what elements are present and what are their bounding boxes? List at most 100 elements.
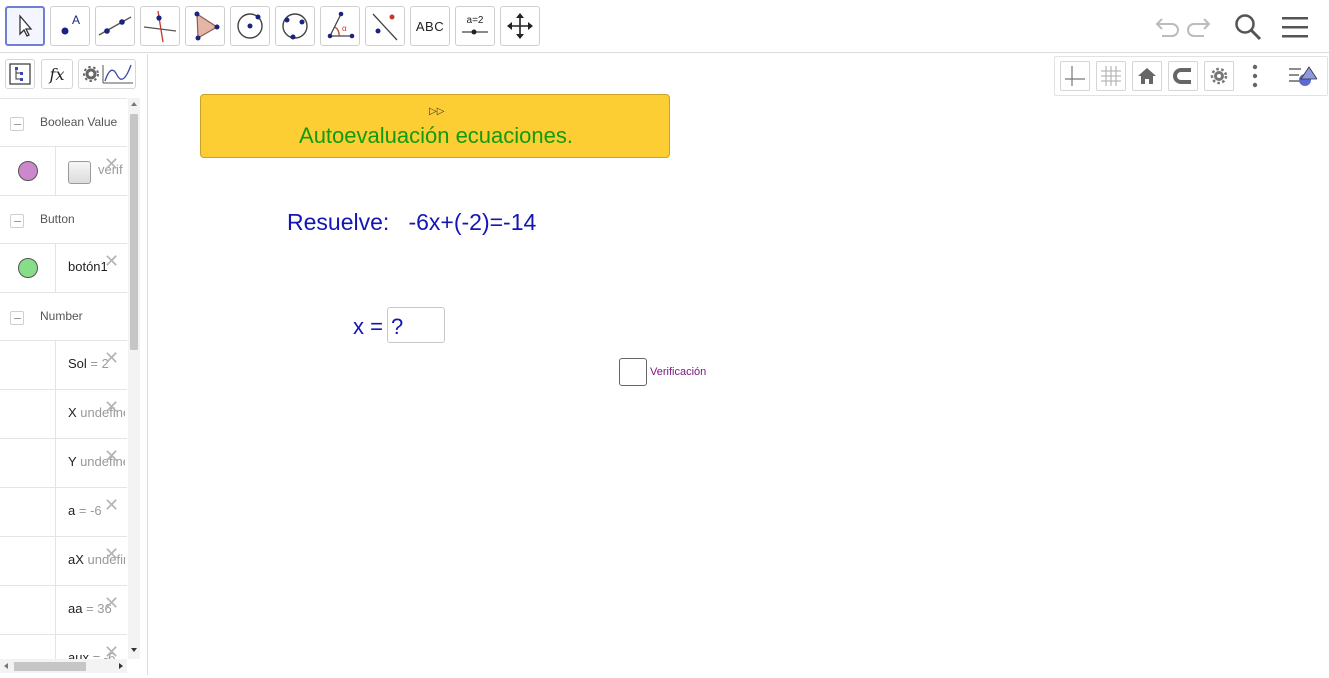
object-name: aa <box>68 601 83 616</box>
delete-icon[interactable]: ✕ <box>104 594 119 612</box>
reflect-tool-button[interactable] <box>365 6 405 46</box>
group-header-button[interactable]: Button <box>0 196 127 244</box>
undo-button[interactable] <box>1148 10 1182 44</box>
toggle-grid-button[interactable] <box>1096 61 1126 91</box>
title-banner[interactable]: ▷▷ Autoevaluación ecuaciones. <box>200 94 670 158</box>
move-graphics-tool-button[interactable] <box>500 6 540 46</box>
object-name: aux <box>68 650 89 659</box>
toggle-axes-button[interactable] <box>1060 61 1090 91</box>
algebra-row-x[interactable]: X undefined ✕ <box>0 390 127 439</box>
verification-checkbox[interactable] <box>619 358 647 386</box>
group-label: Button <box>40 212 75 226</box>
delete-icon[interactable]: ✕ <box>104 398 119 416</box>
algebra-row-aux[interactable]: aux = -6 ✕ <box>0 635 127 659</box>
visibility-marker[interactable] <box>0 586 56 634</box>
algebra-row-y[interactable]: Y undefined ✕ <box>0 439 127 488</box>
group-label: Boolean Value <box>40 115 118 129</box>
delete-icon[interactable]: ✕ <box>104 349 119 367</box>
redo-button[interactable] <box>1184 10 1218 44</box>
fast-forward-icon[interactable]: ▷▷ <box>429 106 444 117</box>
group-header-number[interactable]: Number <box>0 293 127 341</box>
tree-sort-icon <box>9 63 31 85</box>
delete-icon[interactable]: ✕ <box>104 545 119 563</box>
group-header-boolean[interactable]: Boolean Value <box>0 99 127 147</box>
text-tool-button[interactable]: ABC <box>410 6 450 46</box>
move-arrows-icon <box>507 13 533 39</box>
graphics-view[interactable]: ▷▷ Autoevaluación ecuaciones. Resuelve: … <box>149 54 1329 675</box>
style-bar-toggle-icon <box>1289 66 1317 86</box>
graphics-settings-button[interactable] <box>1204 61 1234 91</box>
circle-tool-button[interactable] <box>230 6 270 46</box>
visibility-marker[interactable] <box>0 439 56 487</box>
circle-three-points-tool-button[interactable] <box>275 6 315 46</box>
equation-prompt: Resuelve: -6x+(-2)=-14 <box>287 209 537 235</box>
horizontal-scroll-thumb[interactable] <box>14 662 86 671</box>
move-tool-button[interactable] <box>5 6 45 46</box>
perpendicular-line-icon <box>143 10 177 43</box>
point-icon: A <box>61 13 80 35</box>
point-label: A <box>72 13 80 27</box>
collapse-icon[interactable] <box>10 117 24 131</box>
point-capturing-button[interactable] <box>1168 61 1198 91</box>
standard-view-button[interactable] <box>1132 61 1162 91</box>
more-options-button[interactable] <box>1240 61 1270 91</box>
algebra-row-boton1[interactable]: botón1 ✕ <box>0 244 127 293</box>
object-name: Sol <box>68 356 87 371</box>
angle-tool-button[interactable]: α <box>320 6 360 46</box>
algebra-settings-button[interactable] <box>78 59 136 89</box>
angle-icon: α <box>327 11 355 39</box>
visibility-dot-icon[interactable] <box>18 258 38 278</box>
visibility-marker[interactable] <box>0 390 56 438</box>
object-name: X <box>68 405 77 420</box>
polygon-tool-button[interactable] <box>185 6 225 46</box>
visibility-marker[interactable] <box>0 244 56 292</box>
circle-three-points-icon <box>282 13 308 40</box>
visibility-marker[interactable] <box>0 537 56 585</box>
collapse-icon[interactable] <box>10 214 24 228</box>
menu-icon <box>1282 17 1308 38</box>
home-icon <box>1138 68 1156 84</box>
cursor-arrow-icon <box>19 14 33 37</box>
slider-tool-label: a=2 <box>467 15 484 26</box>
group-label: Number <box>40 309 83 323</box>
boolean-checkbox[interactable] <box>68 161 91 184</box>
algebra-row-a[interactable]: a = -6 ✕ <box>0 488 127 537</box>
collapse-icon[interactable] <box>10 311 24 325</box>
algebra-row-ax[interactable]: aX undefined ✕ <box>0 537 127 586</box>
delete-icon[interactable]: ✕ <box>104 496 119 514</box>
grid-icon <box>1101 66 1121 86</box>
answer-input[interactable] <box>387 307 445 343</box>
circle-center-icon <box>237 13 263 39</box>
description-mode-button[interactable]: fx <box>41 59 73 89</box>
algebra-row-verif[interactable]: verif ✕ <box>0 147 127 196</box>
undo-icon <box>1155 18 1179 37</box>
toggle-style-bar-button[interactable] <box>1287 61 1317 91</box>
visibility-marker[interactable] <box>0 488 56 536</box>
visibility-dot-icon[interactable] <box>18 161 38 181</box>
sort-objects-button[interactable] <box>5 59 35 89</box>
algebra-header: fx <box>0 54 148 96</box>
delete-icon[interactable]: ✕ <box>104 252 119 270</box>
point-tool-button[interactable]: A <box>50 6 90 46</box>
main-menu-button[interactable] <box>1278 10 1312 44</box>
visibility-marker[interactable] <box>0 635 56 659</box>
algebra-row-sol[interactable]: Sol = 2 ✕ <box>0 341 127 390</box>
text-tool-label: ABC <box>415 18 445 34</box>
delete-icon[interactable]: ✕ <box>104 447 119 465</box>
delete-icon[interactable]: ✕ <box>104 643 119 659</box>
visibility-marker[interactable] <box>0 341 56 389</box>
line-tool-button[interactable] <box>95 6 135 46</box>
visibility-marker[interactable] <box>0 147 56 195</box>
algebra-row-aa[interactable]: aa = 36 ✕ <box>0 586 127 635</box>
reflect-line-icon <box>372 13 398 41</box>
redo-icon <box>1187 18 1211 37</box>
verification-label[interactable]: Verificación <box>650 366 706 378</box>
search-button[interactable] <box>1231 10 1265 44</box>
slider-tool-button[interactable]: a=2 <box>455 6 495 46</box>
delete-icon[interactable]: ✕ <box>104 155 119 173</box>
object-name: aX <box>68 552 84 567</box>
perpendicular-tool-button[interactable] <box>140 6 180 46</box>
polygon-icon <box>194 11 220 41</box>
graphics-style-bar <box>1054 56 1328 96</box>
vertical-scroll-thumb[interactable] <box>130 114 138 350</box>
